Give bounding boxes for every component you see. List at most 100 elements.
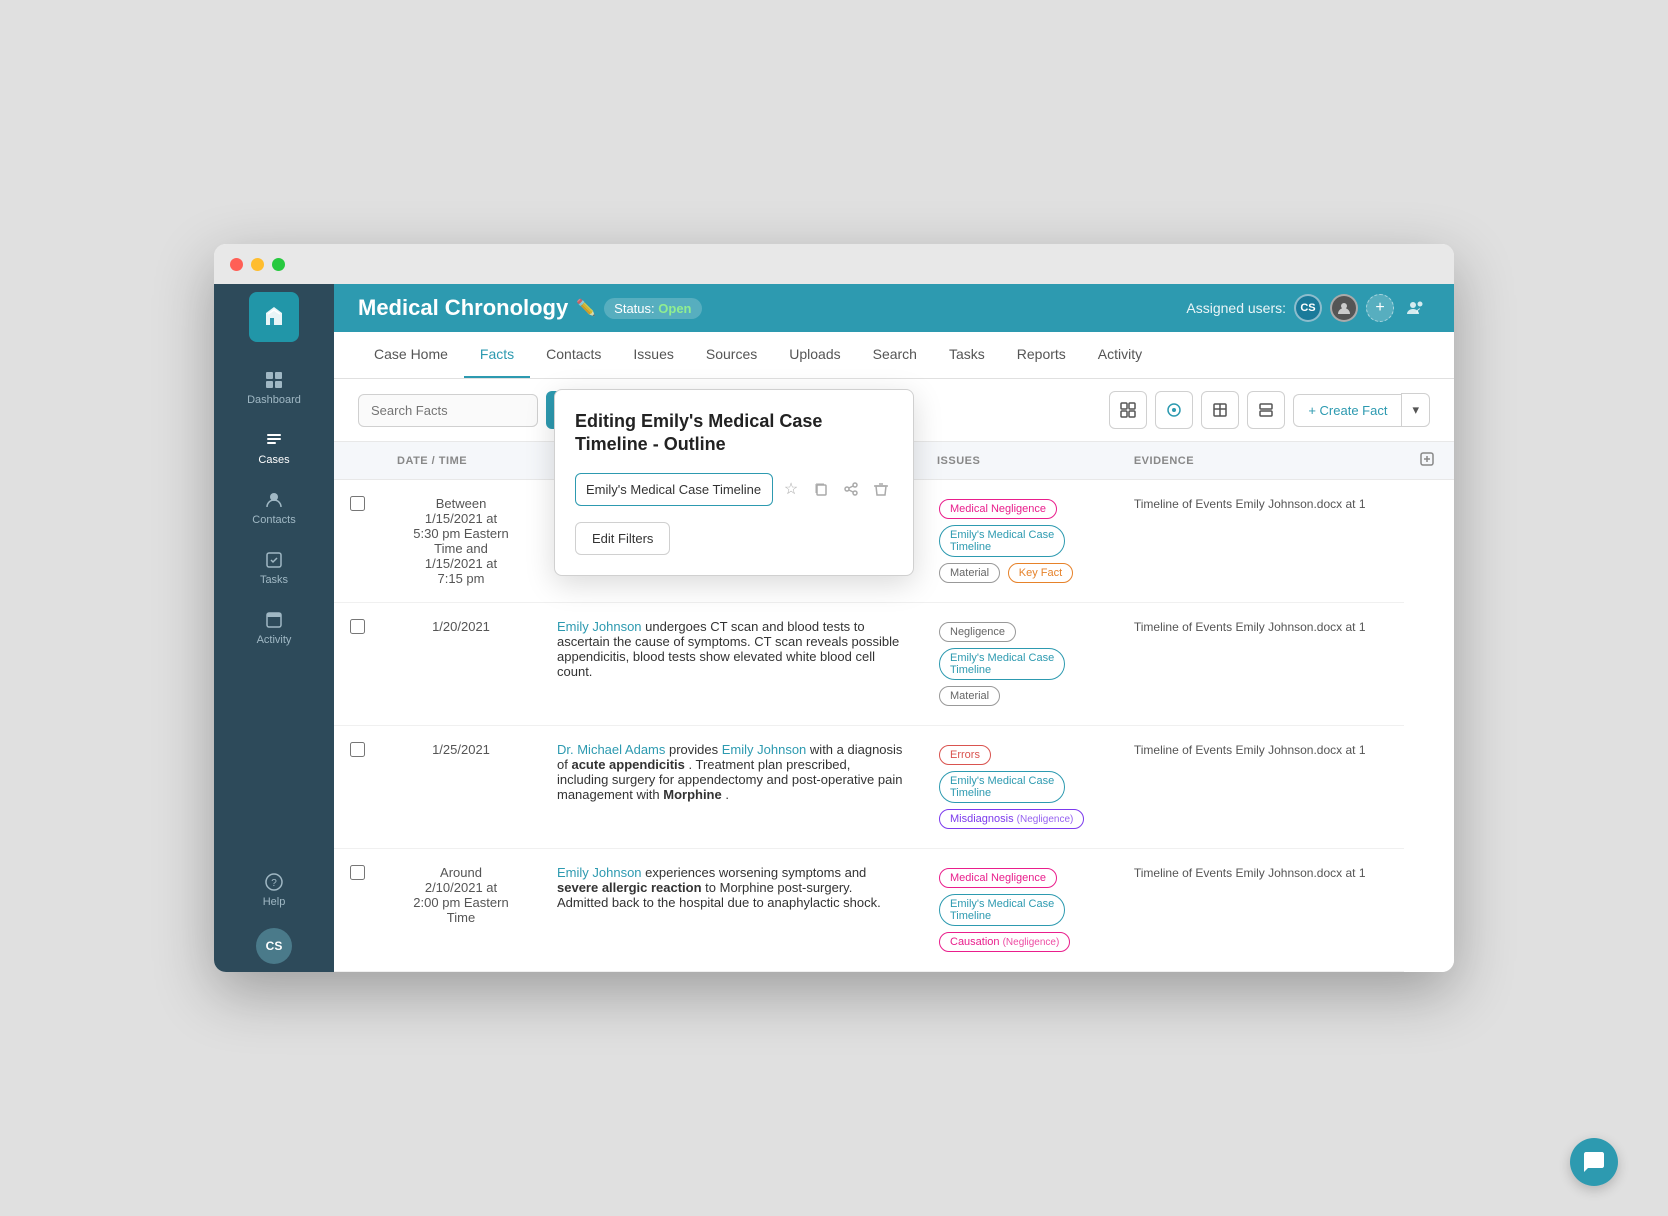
tab-uploads[interactable]: Uploads: [773, 332, 856, 378]
view-icon-button-3[interactable]: [1201, 391, 1239, 429]
sidebar-item-contacts[interactable]: Contacts: [214, 478, 334, 538]
sidebar-item-help[interactable]: ? Help: [256, 860, 292, 920]
tab-activity[interactable]: Activity: [1082, 332, 1158, 378]
col-checkbox: [334, 442, 381, 480]
popup-share-icon[interactable]: [839, 474, 863, 504]
issue-tag-medical-negligence-4[interactable]: Medical Negligence: [939, 868, 1057, 888]
fact-link-emily-2[interactable]: Emily Johnson: [557, 619, 642, 634]
header-left: Medical Chronology ✏️ Status: Open: [358, 295, 702, 321]
popup-star-icon[interactable]: ☆: [779, 474, 803, 504]
row-2-date: 1/20/2021: [381, 603, 541, 726]
status-value: Open: [658, 301, 691, 316]
titlebar: [214, 244, 1454, 284]
sidebar-user-avatar[interactable]: CS: [256, 928, 292, 964]
row-3-issues: Errors Emily's Medical CaseTimeline Misd…: [921, 726, 1118, 849]
col-actions: [1404, 442, 1454, 480]
popup-delete-icon[interactable]: [869, 474, 893, 504]
fact-text-4a: experiences worsening symptoms and: [645, 865, 866, 880]
sidebar-item-dashboard[interactable]: Dashboard: [214, 358, 334, 418]
main-content: Medical Chronology ✏️ Status: Open Assig…: [334, 284, 1454, 972]
issue-tag-material-1[interactable]: Material: [939, 563, 1000, 583]
evidence-link-2: Timeline of Events Emily Johnson.docx at…: [1134, 620, 1366, 634]
chat-button[interactable]: [1570, 1138, 1618, 1186]
tab-tasks[interactable]: Tasks: [933, 332, 1001, 378]
sidebar-item-tasks[interactable]: Tasks: [214, 538, 334, 598]
issue-tag-emilys-timeline-4[interactable]: Emily's Medical CaseTimeline: [939, 894, 1065, 926]
minimize-button[interactable]: [251, 258, 264, 271]
row-2-fact: Emily Johnson undergoes CT scan and bloo…: [541, 603, 921, 726]
view-icon-button-4[interactable]: [1247, 391, 1285, 429]
issue-tag-emilys-timeline-3[interactable]: Emily's Medical CaseTimeline: [939, 771, 1065, 803]
sidebar-activity-label: Activity: [257, 634, 292, 646]
sidebar: Dashboard Cases Contacts: [214, 284, 334, 972]
row-3-checkbox-cell: [334, 726, 381, 849]
close-button[interactable]: [230, 258, 243, 271]
fact-link-emily-4[interactable]: Emily Johnson: [557, 865, 642, 880]
popup-title: Editing Emily's Medical Case Timeline - …: [575, 410, 893, 457]
fact-bold-appendicitis: acute appendicitis: [571, 757, 684, 772]
row-1-checkbox[interactable]: [350, 496, 365, 511]
row-2-issues: Negligence Emily's Medical CaseTimeline …: [921, 603, 1118, 726]
app-logo[interactable]: [249, 292, 299, 342]
search-input[interactable]: [358, 394, 538, 427]
fact-link-dr-adams[interactable]: Dr. Michael Adams: [557, 742, 665, 757]
maximize-button[interactable]: [272, 258, 285, 271]
issue-tag-key-fact[interactable]: Key Fact: [1008, 563, 1073, 583]
tab-case-home[interactable]: Case Home: [358, 332, 464, 378]
user-avatar-button[interactable]: [1330, 294, 1358, 322]
issue-tag-misdiagnosis[interactable]: Misdiagnosis (Negligence): [939, 809, 1084, 829]
create-fact-button[interactable]: + Create Fact: [1293, 394, 1401, 427]
tab-contacts[interactable]: Contacts: [530, 332, 617, 378]
tab-reports[interactable]: Reports: [1001, 332, 1082, 378]
evidence-link-4: Timeline of Events Emily Johnson.docx at…: [1134, 866, 1366, 880]
issue-tag-causation[interactable]: Causation (Negligence): [939, 932, 1070, 952]
case-title: Medical Chronology: [358, 295, 568, 321]
status-badge: Status: Open: [604, 298, 701, 319]
manage-users-button[interactable]: [1402, 294, 1430, 322]
table-row: 1/20/2021 Emily Johnson undergoes CT sca…: [334, 603, 1454, 726]
row-3-evidence: Timeline of Events Emily Johnson.docx at…: [1118, 726, 1404, 849]
col-issues: ISSUES: [921, 442, 1118, 480]
issue-tag-errors[interactable]: Errors: [939, 745, 991, 765]
row-1-evidence: Timeline of Events Emily Johnson.docx at…: [1118, 480, 1404, 603]
facts-toolbar-wrapper: Emily's Medical Case Timeline - Outline …: [334, 379, 1454, 442]
status-label: Status:: [614, 301, 654, 316]
svg-text:?: ?: [271, 878, 277, 889]
editing-popup: Editing Emily's Medical Case Timeline - …: [554, 389, 914, 576]
view-icon-button-2[interactable]: [1155, 391, 1193, 429]
issue-tag-negligence[interactable]: Negligence: [939, 622, 1016, 642]
page-header: Medical Chronology ✏️ Status: Open Assig…: [334, 284, 1454, 332]
create-fact-btn-group: + Create Fact ▾: [1293, 393, 1430, 427]
row-2-checkbox-cell: [334, 603, 381, 726]
tab-sources[interactable]: Sources: [690, 332, 773, 378]
create-fact-dropdown-button[interactable]: ▾: [1401, 393, 1430, 427]
row-2-checkbox[interactable]: [350, 619, 365, 634]
sidebar-item-activity[interactable]: Activity: [214, 598, 334, 658]
fact-link-emily-3[interactable]: Emily Johnson: [722, 742, 807, 757]
evidence-link-1: Timeline of Events Emily Johnson.docx at…: [1134, 497, 1366, 511]
assigned-users-label: Assigned users:: [1186, 300, 1286, 316]
popup-copy-icon[interactable]: [809, 474, 833, 504]
row-4-checkbox[interactable]: [350, 865, 365, 880]
edit-case-title-button[interactable]: ✏️: [576, 298, 596, 318]
tab-facts[interactable]: Facts: [464, 332, 530, 378]
edit-filters-button[interactable]: Edit Filters: [575, 522, 670, 555]
fact-bold-morphine: Morphine: [663, 787, 722, 802]
popup-name-input[interactable]: [575, 473, 773, 506]
issue-tag-material-2[interactable]: Material: [939, 686, 1000, 706]
view-icon-button-1[interactable]: [1109, 391, 1147, 429]
tab-issues[interactable]: Issues: [617, 332, 689, 378]
popup-input-row: ☆: [575, 473, 893, 506]
issue-tag-emilys-timeline-2[interactable]: Emily's Medical CaseTimeline: [939, 648, 1065, 680]
sidebar-item-cases[interactable]: Cases: [214, 418, 334, 478]
issue-tag-emilys-timeline[interactable]: Emily's Medical CaseTimeline: [939, 525, 1065, 557]
add-user-button[interactable]: +: [1366, 294, 1394, 322]
issue-tag-medical-negligence[interactable]: Medical Negligence: [939, 499, 1057, 519]
tab-search[interactable]: Search: [857, 332, 933, 378]
row-3-fact: Dr. Michael Adams provides Emily Johnson…: [541, 726, 921, 849]
row-1-issues: Medical Negligence Emily's Medical CaseT…: [921, 480, 1118, 603]
sidebar-dashboard-label: Dashboard: [247, 394, 301, 406]
sidebar-cases-label: Cases: [258, 454, 289, 466]
row-3-checkbox[interactable]: [350, 742, 365, 757]
row-1-date: Between1/15/2021 at5:30 pm EasternTime a…: [381, 480, 541, 603]
